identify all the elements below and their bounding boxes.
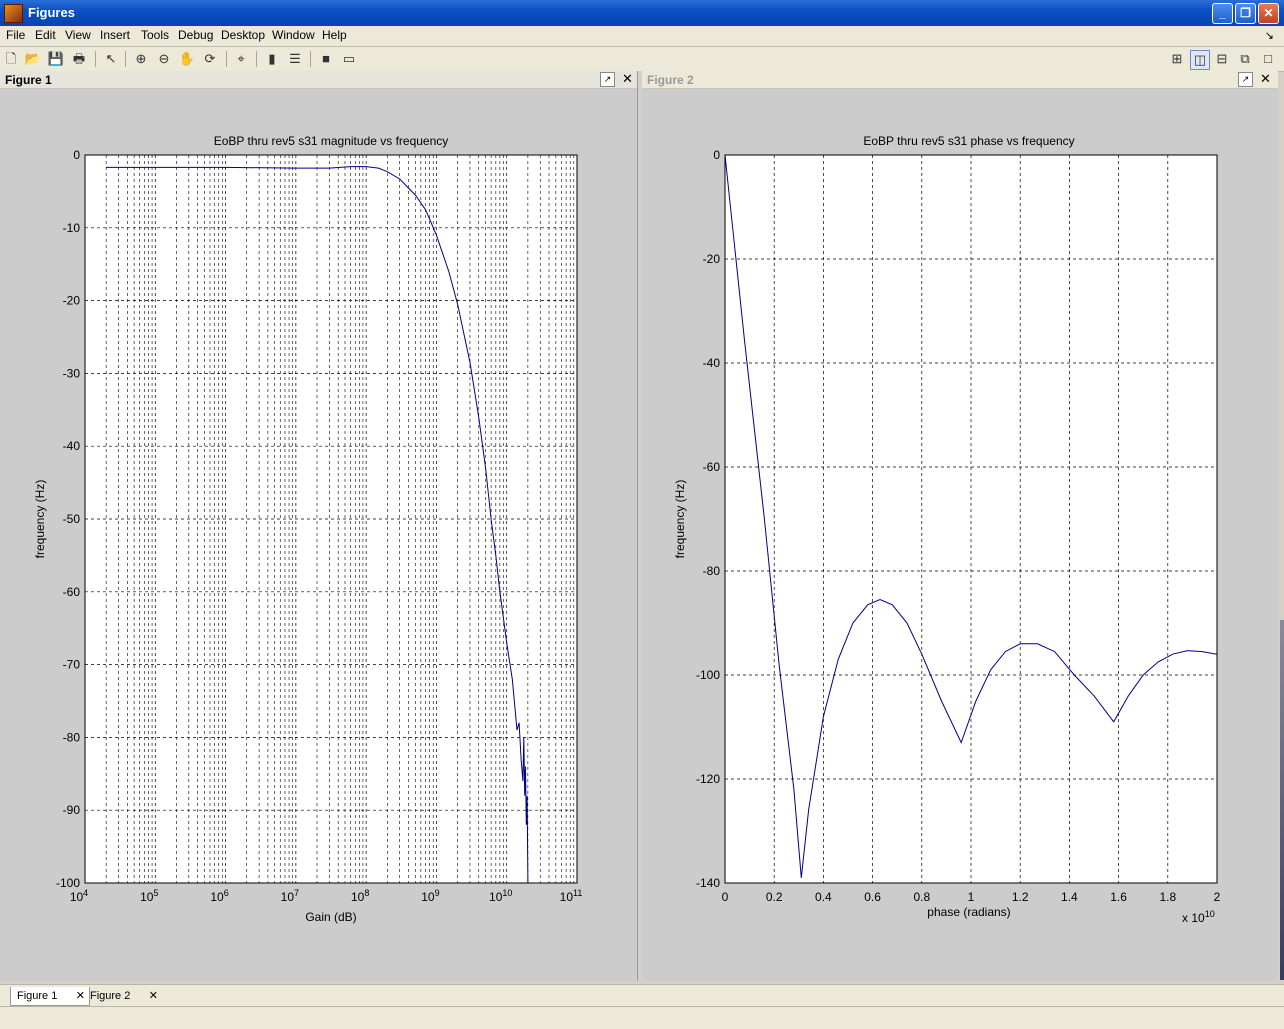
menu-tools[interactable]: Tools	[141, 28, 169, 42]
menu-edit[interactable]: Edit	[35, 28, 56, 42]
x-tick-label: 0.2	[766, 890, 783, 904]
y-tick-label: -90	[63, 803, 81, 817]
close-icon[interactable]: ✕	[149, 987, 158, 1005]
figure-1-panel: Figure 1 ↗ ✕ 0 -10 -20 -30 -40 -50 -60 -70 -80 -9…	[0, 71, 637, 981]
x-tick-label: 106	[210, 888, 228, 904]
menu-help[interactable]: Help	[322, 28, 347, 42]
tab-label: Figure 1	[17, 990, 58, 1002]
y-tick-label: -100	[696, 668, 720, 682]
pointer-icon[interactable]: ↖	[102, 50, 120, 68]
window-title: Figures	[28, 5, 75, 20]
figure-tab-bar: Figure 1 ✕ Figure 2 ✕	[0, 984, 1284, 1007]
x-tick-label: 108	[351, 888, 369, 904]
y-axis-label: frequency (Hz)	[673, 480, 687, 559]
menu-window[interactable]: Window	[272, 28, 315, 42]
x-tick-label: 1010	[489, 888, 512, 904]
y-tick-label: 0	[713, 148, 720, 162]
status-bar	[0, 1006, 1284, 1029]
x-tick-label: 0.4	[815, 890, 832, 904]
y-tick-label: -20	[63, 294, 81, 308]
y-tick-label: -140	[696, 876, 720, 890]
zoom-out-icon[interactable]: ⊖	[155, 50, 173, 68]
y-tick-label: -40	[703, 356, 721, 370]
x-tick-label: 109	[421, 888, 439, 904]
x-tick-label: 1.6	[1110, 890, 1127, 904]
x-tick-label: 105	[140, 888, 158, 904]
tab-figure-2[interactable]: Figure 2 ✕	[84, 987, 162, 1005]
x-tick-label: 107	[281, 888, 299, 904]
x-tick-label: 0.8	[913, 890, 930, 904]
y-axis-label: frequency (Hz)	[33, 480, 47, 559]
y-tick-label: -10	[63, 221, 81, 235]
y-tick-label: -50	[63, 512, 81, 526]
y-tick-label: -70	[63, 658, 81, 672]
y-tick-label: -20	[703, 252, 721, 266]
y-tick-label: 0	[73, 148, 80, 162]
figure-toolbar: 🗋 📂 💾 🖶 ↖ ⊕ ⊖ ✋ ⟳ ⌖ ▮ ☰ ■ ▭ ⊞ ◫ ⊟ ⧉ □	[0, 47, 1284, 72]
x-axis-label: Gain (dB)	[305, 910, 356, 924]
minimize-button[interactable]: _	[1212, 3, 1233, 24]
y-tick-label: -80	[63, 730, 81, 744]
tab-figure-1[interactable]: Figure 1 ✕	[10, 987, 90, 1006]
x-tick-label: 104	[70, 888, 88, 904]
float-icon[interactable]: ⧉	[1236, 50, 1254, 68]
zoom-in-icon[interactable]: ⊕	[132, 50, 150, 68]
close-window-button[interactable]: ✕	[1258, 3, 1279, 24]
split-horizontal-icon[interactable]: ⊟	[1213, 50, 1231, 68]
menu-bar: File Edit View Insert Tools Debug Deskto…	[0, 26, 1284, 47]
desktop-edge	[1280, 620, 1284, 980]
menu-desktop[interactable]: Desktop	[221, 28, 265, 42]
y-tick-label: -120	[696, 772, 720, 786]
y-tick-label: -30	[63, 366, 81, 380]
rotate-3d-icon[interactable]: ⟳	[201, 50, 219, 68]
legend-icon[interactable]: ☰	[286, 50, 304, 68]
x-tick-label: 1.8	[1159, 890, 1176, 904]
chart-title: EoBP thru rev5 s31 magnitude vs frequenc…	[214, 134, 449, 148]
open-folder-icon[interactable]: 📂	[24, 50, 42, 68]
x-tick-label: 2	[1214, 890, 1221, 904]
y-tick-label: -40	[63, 439, 81, 453]
hide-plot-tools-icon[interactable]: ■	[317, 50, 335, 68]
tile-icon[interactable]: ⊞	[1168, 50, 1186, 68]
maximize-icon[interactable]: □	[1259, 50, 1277, 68]
y-tick-label: -100	[56, 876, 80, 890]
colorbar-icon[interactable]: ▮	[263, 50, 281, 68]
y-tick-label: -60	[63, 585, 81, 599]
x-axis-label: phase (radians)	[927, 905, 1010, 919]
x-tick-label: 0.6	[864, 890, 881, 904]
matlab-logo-icon	[4, 4, 23, 23]
x-multiplier-label: x 1010	[1182, 909, 1215, 925]
menu-debug[interactable]: Debug	[178, 28, 213, 42]
x-tick-label: 1.4	[1061, 890, 1078, 904]
window-title-bar[interactable]: Figures _ ❐ ✕	[0, 0, 1284, 26]
menu-file[interactable]: File	[6, 28, 25, 42]
split-vertical-icon[interactable]: ◫	[1190, 50, 1210, 70]
menu-insert[interactable]: Insert	[100, 28, 130, 42]
x-tick-label: 1011	[560, 888, 583, 904]
tab-label: Figure 2	[90, 990, 131, 1002]
y-tick-label: -60	[703, 460, 721, 474]
new-file-icon[interactable]: 🗋	[2, 50, 20, 68]
x-tick-label: 0	[722, 890, 729, 904]
y-tick-label: -80	[703, 564, 721, 578]
show-plot-tools-icon[interactable]: ▭	[340, 50, 358, 68]
pan-hand-icon[interactable]: ✋	[178, 50, 196, 68]
x-tick-label: 1	[968, 890, 975, 904]
restore-button[interactable]: ❐	[1235, 3, 1256, 24]
figure-2-panel: Figure 2 ↗ ✕ 0 0.2 0.4 0.6 0.8 1 1.2 1.4 1.6 1.8 2…	[642, 71, 1278, 981]
save-icon[interactable]: 💾	[47, 50, 65, 68]
x-tick-label: 1.2	[1012, 890, 1029, 904]
chart-title: EoBP thru rev5 s31 phase vs frequency	[863, 134, 1074, 148]
magnitude-chart[interactable]: 0 -10 -20 -30 -40 -50 -60 -70 -80 -90 -100104 105 10…	[0, 71, 637, 981]
phase-chart[interactable]: 0 0.2 0.4 0.6 0.8 1 1.2 1.4 1.6 1.8 2 0 -20 -40 -60 -80…	[642, 71, 1278, 981]
dock-arrow-icon[interactable]: ↘	[1265, 29, 1274, 42]
data-cursor-icon[interactable]: ⌖	[232, 50, 250, 68]
print-icon[interactable]: 🖶	[70, 50, 88, 68]
menu-view[interactable]: View	[65, 28, 91, 42]
